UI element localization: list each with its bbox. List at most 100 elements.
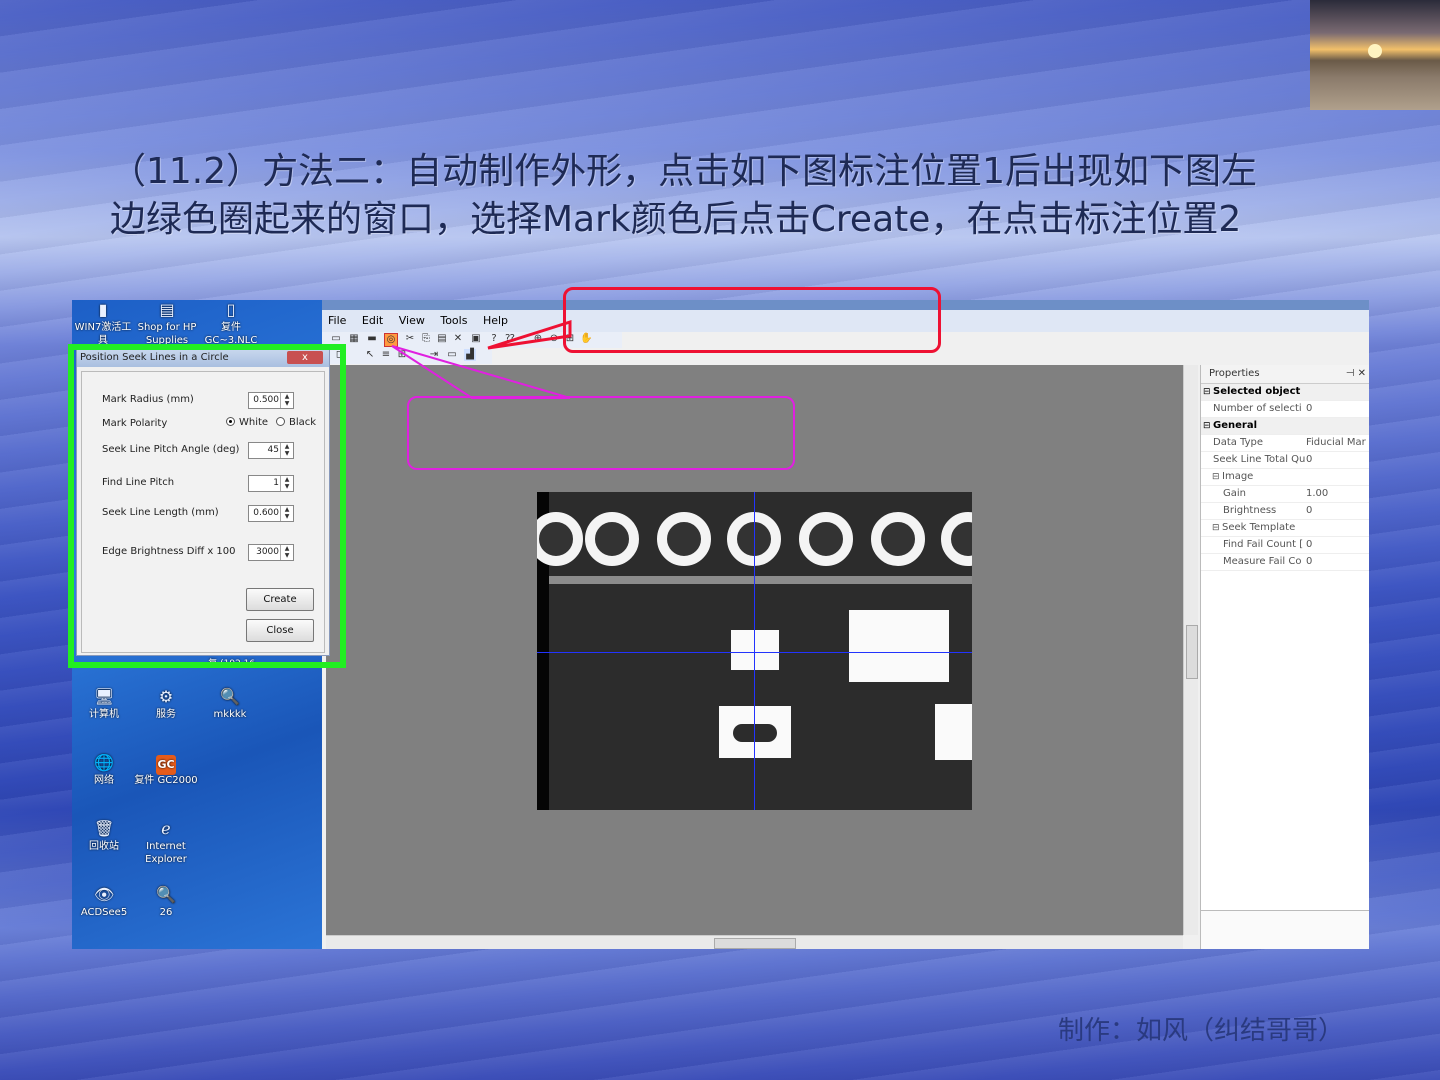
via-ring xyxy=(871,512,925,566)
desktop-icon-win7-tool[interactable]: ▮ WIN7激活工具 xyxy=(72,301,134,347)
property-category[interactable]: ⊟ Selected object xyxy=(1201,384,1369,401)
green-highlight-box xyxy=(68,344,346,668)
property-row[interactable]: Brightness 0 xyxy=(1201,503,1369,520)
copy-icon[interactable]: ⎘ xyxy=(420,333,432,345)
property-key: Number of selecti xyxy=(1213,403,1302,414)
zoom-out-icon[interactable]: ⊖ xyxy=(548,333,560,345)
menu-view[interactable]: View xyxy=(393,310,431,327)
property-key: Image xyxy=(1222,471,1254,482)
desktop-top-icons: ▮ WIN7激活工具 ▤ Shop for HP Supplies ▯ 复件 G… xyxy=(72,300,322,347)
property-row[interactable]: Gain 1.00 xyxy=(1201,486,1369,503)
context-help-icon[interactable]: ⁇ xyxy=(504,333,516,345)
gc-app-icon: GC xyxy=(156,754,176,775)
desktop-icon-internet-explorer[interactable]: ℯ Internet Explorer xyxy=(134,820,198,866)
property-category[interactable]: ⊟ Seek Template xyxy=(1201,520,1369,537)
desktop-icon-computer[interactable]: 🖥 计算机 xyxy=(72,688,136,721)
collapse-icon[interactable]: ⊟ xyxy=(1203,384,1211,400)
desktop-icon-network[interactable]: 🌐 网络 xyxy=(72,754,136,787)
copper-trace xyxy=(549,576,972,584)
property-key: Data Type xyxy=(1213,437,1264,448)
horizontal-scrollbar[interactable] xyxy=(326,935,1183,949)
collapse-icon[interactable]: ⊟ xyxy=(1212,520,1220,536)
properties-icon[interactable]: ▣ xyxy=(470,333,482,345)
help-icon[interactable]: ? xyxy=(488,333,500,345)
property-value[interactable]: 0 xyxy=(1306,537,1312,553)
auto-shape-icon[interactable]: ◎ xyxy=(384,333,398,347)
property-value[interactable]: 1.00 xyxy=(1306,486,1328,502)
property-value[interactable]: 0 xyxy=(1306,503,1312,519)
desktop-icon-label: 复件 GC2000 xyxy=(134,775,198,786)
edge-icon[interactable]: ⇥ xyxy=(428,349,440,361)
desktop-icon-gc-nlc[interactable]: ▯ 复件 GC~3.NLC xyxy=(200,301,262,347)
heading-line-1: （11.2）方法二：自动制作外形，点击如下图标注位置1后出现如下图左 xyxy=(110,151,1258,192)
property-value[interactable]: 0 xyxy=(1306,401,1312,417)
seek-grid-icon[interactable]: ⊞ xyxy=(396,349,408,361)
vertical-scroll-thumb[interactable] xyxy=(1186,625,1198,679)
paste-icon[interactable]: ▤ xyxy=(436,333,448,345)
desktop-icon-26[interactable]: 🔍 26 xyxy=(134,886,198,919)
select-arrow-icon[interactable]: ↖ xyxy=(364,349,376,361)
menu-edit[interactable]: Edit xyxy=(356,310,389,327)
recycle-bin-icon: 🗑 xyxy=(94,819,115,838)
menu-file[interactable]: File xyxy=(322,310,352,327)
delete-icon[interactable]: ✕ xyxy=(452,333,464,345)
menu-tools[interactable]: Tools xyxy=(434,310,473,327)
property-key: Seek Template xyxy=(1222,522,1296,533)
via-ring xyxy=(657,512,711,566)
property-row[interactable]: Find Fail Count [0 xyxy=(1201,537,1369,554)
pin-close-icon[interactable]: ⊣ ✕ xyxy=(1346,365,1366,383)
menu-help[interactable]: Help xyxy=(477,310,514,327)
desktop-icon-label: 复件 GC~3.NLC xyxy=(204,322,258,346)
desktop-icon-label: WIN7激活工具 xyxy=(74,322,132,346)
property-key: General xyxy=(1213,420,1257,431)
via-ring xyxy=(941,512,972,566)
properties-title: Properties xyxy=(1209,368,1260,379)
grid-icon[interactable]: ▦ xyxy=(348,333,360,345)
desktop-icon-recycle-bin[interactable]: 🗑 回收站 xyxy=(72,820,136,853)
create-template-icon[interactable]: ▟ xyxy=(464,349,476,361)
desktop-icon-label: Internet Explorer xyxy=(145,841,187,865)
desktop-icon-hp-supplies[interactable]: ▤ Shop for HP Supplies xyxy=(134,301,200,347)
gc-badge: GC xyxy=(156,755,176,775)
desktop-icon-label: 回收站 xyxy=(89,841,119,852)
property-value[interactable]: 0 xyxy=(1306,554,1312,570)
property-key: Seek Line Total Qu xyxy=(1213,454,1305,465)
file-icon: ▯ xyxy=(226,300,236,319)
desktop-icon-label: ACDSee5 xyxy=(80,907,128,918)
desktop-icon-service[interactable]: ⚙ 服务 xyxy=(134,688,198,721)
horizontal-scroll-thumb[interactable] xyxy=(714,938,796,949)
desktop-icon-label: 网络 xyxy=(94,775,114,786)
property-row[interactable]: Data Type Fiducial Mar xyxy=(1201,435,1369,452)
fiducial-pad xyxy=(731,630,779,670)
exit-icon[interactable]: ▬ xyxy=(366,333,378,345)
magenta-callout-box xyxy=(407,396,795,470)
property-value[interactable]: Fiducial Mar xyxy=(1306,435,1366,451)
cut-icon[interactable]: ✂ xyxy=(404,333,416,345)
box-icon[interactable]: ▭ xyxy=(446,349,458,361)
collapse-icon[interactable]: ⊟ xyxy=(1212,469,1220,485)
crosshair-horizontal xyxy=(537,652,972,653)
large-pad xyxy=(849,610,949,682)
property-row[interactable]: Seek Line Total Qu 0 xyxy=(1201,452,1369,469)
desktop-icon-mkkkk[interactable]: 🔍 mkkkk xyxy=(198,688,262,721)
via-ring xyxy=(537,512,583,566)
magnifier-icon: 🔍 xyxy=(156,885,176,904)
property-key: Find Fail Count [ xyxy=(1223,539,1304,550)
desktop-icon-gc2000[interactable]: GC 复件 GC2000 xyxy=(134,754,198,787)
seek-lines-icon[interactable]: ≡ xyxy=(380,349,392,361)
ie-icon: ℯ xyxy=(161,819,171,838)
slide-credit: 制作：如风（纠结哥哥） xyxy=(1058,1016,1345,1046)
property-row[interactable]: Number of selecti 0 xyxy=(1201,401,1369,418)
gear-icon: ⚙ xyxy=(158,687,174,706)
properties-header: Properties ⊣ ✕ xyxy=(1201,365,1369,384)
desktop-icon-label: mkkkk xyxy=(213,709,247,720)
property-category[interactable]: ⊟ General xyxy=(1201,418,1369,435)
vertical-scrollbar[interactable] xyxy=(1183,365,1198,935)
zoom-in-icon[interactable]: ⊕ xyxy=(532,333,544,345)
property-value[interactable]: 0 xyxy=(1306,452,1312,468)
desktop-icon-acdsee[interactable]: 👁 ACDSee5 xyxy=(72,886,136,919)
property-row[interactable]: Measure Fail Co 0 xyxy=(1201,554,1369,571)
collapse-icon[interactable]: ⊟ xyxy=(1203,418,1211,434)
property-key: Gain xyxy=(1223,488,1246,499)
property-category[interactable]: ⊟ Image xyxy=(1201,469,1369,486)
